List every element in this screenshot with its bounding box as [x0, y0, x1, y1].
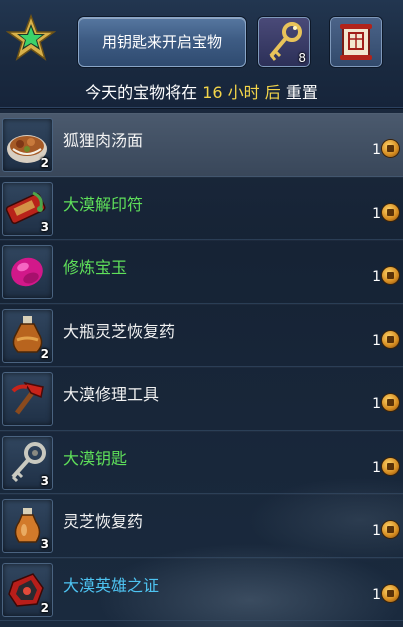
item-price: 1: [372, 396, 381, 412]
list-item[interactable]: 3 大漠钥匙 1: [0, 431, 403, 494]
item-slot: 3: [2, 499, 53, 553]
item-quantity: 2: [40, 156, 49, 170]
item-price: 1: [372, 523, 381, 539]
treasure-list: 2 狐狸肉汤面 1 3 大漠解印符 1 修炼宝玉 1 2 大瓶灵芝恢复药 1 大…: [0, 113, 403, 621]
reset-hours: 16: [202, 83, 223, 102]
coin-icon: [382, 521, 399, 538]
item-name: 修炼宝玉: [63, 258, 128, 277]
coin-icon: [382, 457, 399, 475]
item-price: 1: [372, 269, 381, 285]
key-inventory-button[interactable]: 8: [258, 17, 310, 67]
item-price: 1: [372, 459, 381, 476]
item-slot: [2, 372, 53, 426]
item-slot: 3: [2, 181, 53, 236]
repair-hammer-icon: [11, 381, 44, 415]
reset-notice: 今天的宝物将在 16 小时 后 重置: [0, 79, 403, 103]
key-count: 8: [298, 51, 306, 65]
coin-icon: [382, 330, 399, 348]
item-price: 1: [372, 142, 381, 158]
reset-after: 后: [264, 83, 281, 102]
item-quantity: 3: [40, 537, 49, 551]
item-name: 大漠解印符: [63, 194, 144, 214]
item-price: 1: [372, 205, 381, 222]
list-item[interactable]: 修炼宝玉 1: [0, 240, 403, 304]
item-slot: 3: [2, 435, 53, 490]
item-name: 大漠英雄之证: [63, 575, 160, 595]
item-quantity: 2: [40, 346, 49, 361]
list-item[interactable]: 2 大瓶灵芝恢复药 1: [0, 304, 403, 367]
item-slot: 2: [2, 308, 53, 363]
coin-icon: [382, 140, 399, 157]
list-item[interactable]: 2 狐狸肉汤面 1: [0, 113, 403, 177]
list-item[interactable]: 3 大漠解印符 1: [0, 177, 403, 240]
item-slot: [2, 245, 53, 299]
list-item[interactable]: 大漠修理工具 1: [0, 367, 403, 431]
item-quantity: 2: [40, 600, 49, 615]
coin-icon: [382, 203, 399, 221]
item-name: 大漠钥匙: [63, 448, 128, 468]
list-item[interactable]: 3 灵芝恢复药 1: [0, 494, 403, 558]
item-quantity: 3: [40, 219, 49, 234]
item-name: 大漠修理工具: [63, 385, 160, 404]
item-name: 大瓶灵芝恢复药: [63, 321, 176, 341]
item-price: 1: [372, 332, 381, 349]
item-price: 1: [372, 586, 381, 603]
jade-gem-icon: [11, 257, 43, 287]
open-with-key-button[interactable]: 用钥匙来开启宝物: [78, 17, 246, 67]
coin-icon: [382, 267, 399, 284]
item-quantity: 3: [40, 473, 49, 488]
list-item[interactable]: 2 大漠英雄之证 1: [0, 558, 403, 621]
item-slot: 2: [2, 118, 53, 172]
star-rank-icon[interactable]: [5, 13, 57, 64]
item-name: 灵芝恢复药: [63, 512, 144, 531]
item-slot: 2: [2, 562, 53, 617]
coin-icon: [382, 584, 399, 602]
treasure-panel: 用钥匙来开启宝物 8 今天的宝物将在 16 小时 后 重置 2 狐狸肉汤面 1 …: [0, 0, 403, 627]
reset-suffix: 重置: [285, 83, 318, 102]
coin-icon: [382, 394, 399, 411]
reset-unit: 小时: [227, 83, 260, 102]
reset-prefix: 今天的宝物将在: [85, 83, 198, 102]
scroll-button[interactable]: [330, 17, 382, 67]
scroll-icon: [340, 24, 372, 60]
header: 用钥匙来开启宝物 8 今天的宝物将在 16 小时 后 重置: [0, 0, 403, 109]
item-name: 狐狸肉汤面: [63, 131, 144, 150]
